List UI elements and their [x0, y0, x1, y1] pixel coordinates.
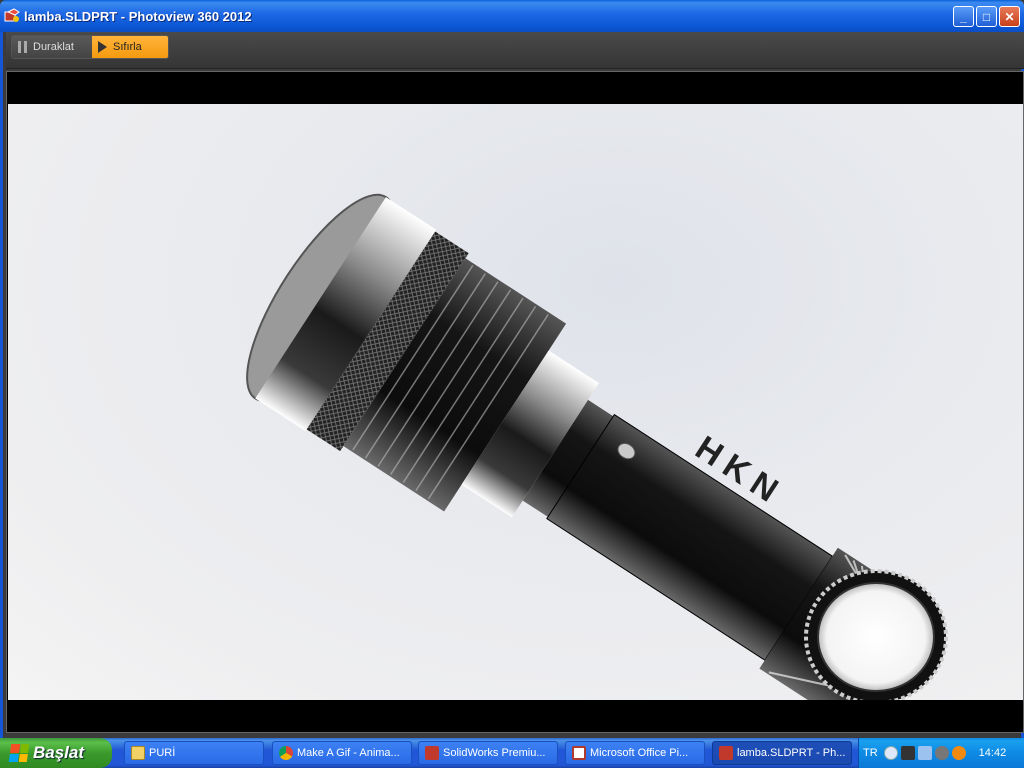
solidworks-icon — [425, 746, 439, 760]
language-indicator[interactable]: TR — [863, 747, 878, 759]
taskbar-item-solidworks[interactable]: SolidWorks Premiu... — [418, 741, 558, 765]
chrome-icon — [279, 746, 293, 760]
taskbar-item-make-a-gif[interactable]: Make A Gif - Anima... — [272, 741, 412, 765]
windows-logo-icon — [8, 744, 30, 762]
render-image: HKN — [8, 104, 1023, 700]
window-title: lamba.SLDPRT - Photoview 360 2012 — [24, 8, 252, 24]
taskbar-item-label: PURİ — [149, 747, 176, 759]
computer-icon[interactable] — [917, 746, 932, 760]
taskbar-item-photoview[interactable]: lamba.SLDPRT - Ph... — [712, 741, 852, 765]
play-icon — [98, 41, 107, 53]
start-button[interactable]: Başlat — [0, 738, 112, 768]
folder-icon — [131, 746, 145, 760]
minimize-icon: _ — [960, 9, 967, 24]
close-icon: ✕ — [1004, 9, 1015, 24]
reset-button[interactable]: Sıfırla — [92, 36, 168, 58]
back-arrow-icon[interactable] — [883, 746, 898, 760]
pause-icon — [18, 41, 27, 53]
minimize-button[interactable]: _ — [953, 6, 974, 27]
taskbar: Başlat PURİ Make A Gif - Anima... SolidW… — [0, 738, 1024, 768]
toolbar: Duraklat Sıfırla — [6, 32, 1024, 69]
office-picture-icon — [572, 746, 586, 760]
settings-icon[interactable] — [934, 746, 949, 760]
flashlight-render: HKN — [246, 193, 948, 700]
pause-label: Duraklat — [33, 41, 74, 53]
window-frame: Duraklat Sıfırla HKN — [0, 32, 1024, 738]
start-label: Başlat — [33, 743, 85, 762]
close-button[interactable]: ✕ — [999, 6, 1020, 27]
system-tray: TR 14:42 — [858, 738, 1024, 768]
title-bar[interactable]: lamba.SLDPRT - Photoview 360 2012 _ □ ✕ — [0, 0, 1024, 32]
maximize-icon: □ — [982, 9, 991, 24]
render-viewport[interactable]: HKN — [6, 71, 1024, 733]
taskbar-item-label: lamba.SLDPRT - Ph... — [737, 747, 846, 759]
reset-label: Sıfırla — [113, 41, 142, 53]
avast-icon[interactable] — [951, 746, 966, 760]
network-icon[interactable] — [900, 746, 915, 760]
clock: 14:42 — [978, 747, 1007, 759]
photoview-icon — [719, 746, 733, 760]
maximize-button[interactable]: □ — [976, 6, 997, 27]
taskbar-item-label: Make A Gif - Anima... — [297, 747, 400, 759]
animation-controls: Duraklat Sıfırla — [11, 35, 169, 59]
taskbar-item-label: SolidWorks Premiu... — [443, 747, 546, 759]
taskbar-item-puri[interactable]: PURİ — [124, 741, 264, 765]
pause-button[interactable]: Duraklat — [12, 36, 92, 58]
taskbar-item-office-picture[interactable]: Microsoft Office Pi... — [565, 741, 705, 765]
taskbar-item-label: Microsoft Office Pi... — [590, 747, 689, 759]
photoview-app-icon — [4, 8, 20, 22]
